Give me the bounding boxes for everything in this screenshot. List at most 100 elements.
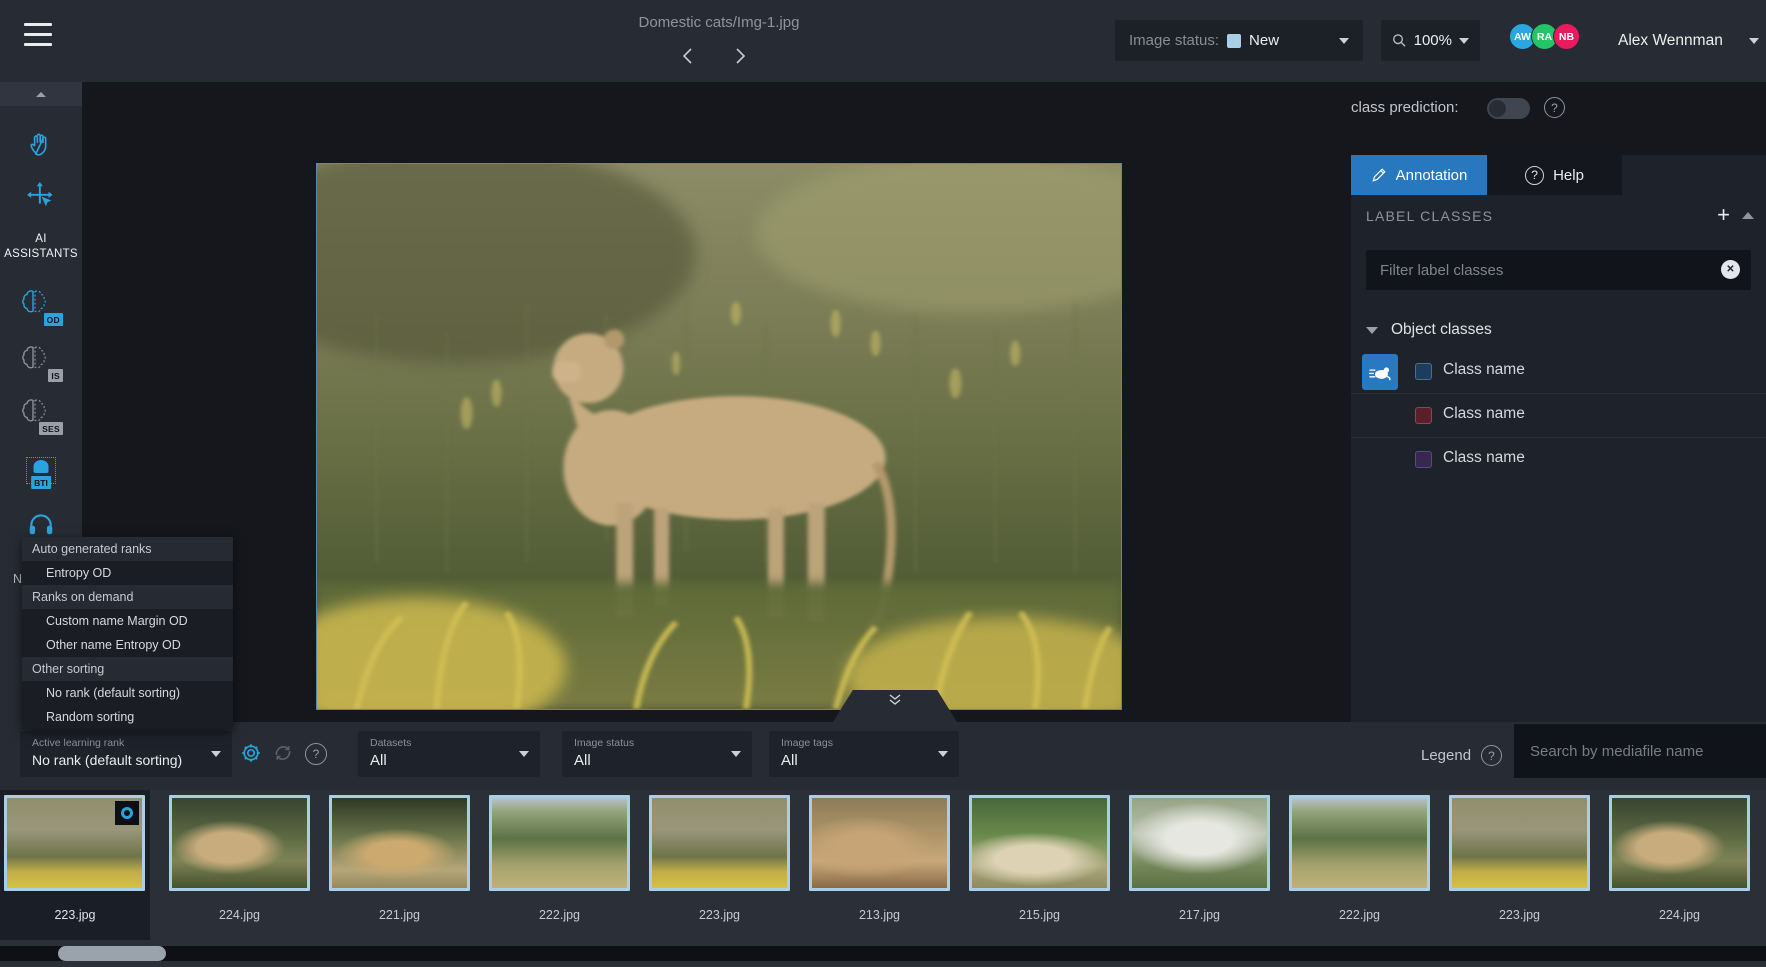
rank-settings-button[interactable] <box>240 742 262 764</box>
tab-label: Annotation <box>1396 167 1468 184</box>
filmstrip-item[interactable]: 221.jpg <box>329 790 470 940</box>
thumbnail-filename: 215.jpg <box>969 908 1110 922</box>
mediafile-search-field <box>1514 724 1766 778</box>
collapse-filmstrip-button[interactable] <box>833 690 957 722</box>
thumbnail-image <box>329 795 470 891</box>
select-value: All <box>370 752 387 769</box>
tab-row-filler <box>1622 155 1766 195</box>
class-visibility-checkbox[interactable] <box>1415 363 1432 380</box>
hamburger-menu-icon[interactable] <box>24 23 54 49</box>
filmstrip-item[interactable]: 215.jpg <box>969 790 1110 940</box>
thumbnail-image <box>1609 795 1750 891</box>
image-status-dropdown[interactable]: Image status: New <box>1115 20 1363 61</box>
filmstrip-item[interactable]: 224.jpg <box>169 790 310 940</box>
filmstrip-item[interactable]: 223.jpg <box>0 790 150 940</box>
active-learning-help-icon[interactable] <box>305 743 327 765</box>
thumbnail-image <box>969 795 1110 891</box>
assistant-instance-segmentation-button[interactable]: IS <box>21 344 61 380</box>
filmstrip-item[interactable]: 222.jpg <box>1289 790 1430 940</box>
previous-image-button[interactable] <box>677 44 703 68</box>
avatar[interactable]: NB <box>1553 23 1580 50</box>
rank-menu-item[interactable]: Other name Entropy OD <box>22 633 233 657</box>
blob-icon <box>34 460 49 473</box>
filmstrip-item[interactable]: 224.jpg <box>1609 790 1750 940</box>
thumbnail-image <box>1289 795 1430 891</box>
tab-label: Help <box>1553 167 1584 184</box>
filter-label-classes-input[interactable] <box>1366 250 1751 290</box>
class-row[interactable]: Class name <box>1351 394 1766 438</box>
rank-menu-group-header: Other sorting <box>22 657 233 681</box>
rank-menu-item[interactable]: Entropy OD <box>22 561 233 585</box>
next-image-button[interactable] <box>727 44 753 68</box>
clear-filter-button close-icon[interactable] <box>1721 260 1740 279</box>
sidebar-scroll-up[interactable] <box>0 82 82 106</box>
rank-menu-item[interactable]: Random sorting <box>22 705 233 729</box>
move-cursor-icon <box>27 182 55 210</box>
user-menu[interactable]: Alex Wennman <box>1618 0 1759 82</box>
triangle-up-icon <box>36 92 46 97</box>
toggle-knob <box>1489 100 1506 117</box>
add-class-button plus-icon[interactable] <box>1717 202 1730 228</box>
filmstrip-item[interactable]: 222.jpg <box>489 790 630 940</box>
thumbnail-image <box>809 795 950 891</box>
assistant-badge: SES <box>39 422 63 435</box>
chevron-left-icon <box>677 44 701 68</box>
image-tags-filter-select[interactable]: Image tags All <box>769 731 959 777</box>
label-classes-header: LABEL CLASSES <box>1351 195 1766 239</box>
collapse-panel-button triangle-up-icon[interactable] <box>1742 212 1754 219</box>
select-value: All <box>781 752 798 769</box>
object-classes-group-toggle[interactable]: Object classes <box>1366 315 1492 345</box>
legend-help-icon[interactable] <box>1481 745 1502 766</box>
image-status-filter-select[interactable]: Image status All <box>562 731 752 777</box>
magnifier-icon <box>1392 32 1407 49</box>
refresh-icon <box>272 742 294 764</box>
assistant-semantic-segmentation-button[interactable]: SES <box>21 397 61 433</box>
filmstrip-item[interactable]: 223.jpg <box>649 790 790 940</box>
assistant-badge: BTI <box>31 476 51 489</box>
filmstrip-item[interactable]: 213.jpg <box>809 790 950 940</box>
class-name-label: Class name <box>1443 405 1525 423</box>
scrollbar-track[interactable] <box>0 946 1766 961</box>
pan-tool-button[interactable] <box>27 129 55 162</box>
class-prediction-help-icon[interactable] <box>1544 97 1565 118</box>
active-learning-rank-select[interactable]: Active learning rank No rank (default so… <box>20 731 232 777</box>
thumbnail-filename: 213.jpg <box>809 908 950 922</box>
rank-menu-group-header: Auto generated ranks <box>22 537 233 561</box>
assistant-object-detection-button[interactable]: OD <box>21 288 61 324</box>
class-row[interactable]: Class name <box>1351 350 1766 394</box>
select-value: All <box>574 752 591 769</box>
thumbnail-filename: 223.jpg <box>1449 908 1590 922</box>
select-label: Image status <box>574 737 634 749</box>
datasets-filter-select[interactable]: Datasets All <box>358 731 540 777</box>
main-image[interactable] <box>316 163 1122 710</box>
tab-help[interactable]: Help <box>1487 155 1622 195</box>
refresh-ranks-button[interactable] <box>272 742 294 764</box>
label-classes-title: LABEL CLASSES <box>1366 208 1493 224</box>
filmstrip-item[interactable]: 223.jpg <box>1449 790 1590 940</box>
mediafile-search-input[interactable] <box>1514 724 1766 778</box>
chevron-down-icon <box>519 751 529 757</box>
rank-menu-item[interactable]: No rank (default sorting) <box>22 681 233 705</box>
zoom-control[interactable]: 100% <box>1381 20 1480 61</box>
select-label: Datasets <box>370 737 411 749</box>
assistant-badge: OD <box>44 313 63 326</box>
select-label: Active learning rank <box>32 737 124 749</box>
filter-label-classes-field <box>1366 250 1751 290</box>
class-visibility-checkbox[interactable] <box>1415 451 1432 468</box>
assistant-bti-button[interactable]: BTI <box>26 457 56 484</box>
filmstrip-item[interactable]: 217.jpg <box>1129 790 1270 940</box>
annotated-indicator <box>115 801 139 825</box>
class-row[interactable]: Class name <box>1351 438 1766 482</box>
class-tool-button[interactable] <box>1362 354 1398 390</box>
class-visibility-checkbox[interactable] <box>1415 407 1432 424</box>
scrollbar-thumb[interactable] <box>58 946 166 961</box>
chevron-down-icon <box>1459 38 1469 44</box>
brain-icon <box>21 288 47 314</box>
legend-label: Legend <box>1421 747 1471 764</box>
tab-annotation[interactable]: Annotation <box>1351 155 1487 195</box>
media-title: Domestic cats/Img-1.jpg <box>639 14 800 31</box>
rank-menu-item[interactable]: Custom name Margin OD <box>22 609 233 633</box>
move-tool-button[interactable] <box>27 182 55 215</box>
top-bar: Domestic cats/Img-1.jpg Image status: Ne… <box>0 0 1766 82</box>
class-prediction-toggle[interactable] <box>1487 98 1530 119</box>
